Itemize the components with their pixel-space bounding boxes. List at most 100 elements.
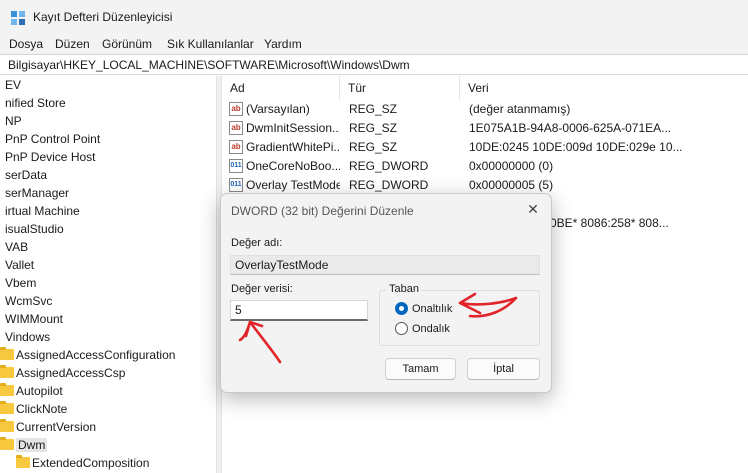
- tree-subitem[interactable]: CurrentVersion: [0, 418, 96, 436]
- tree-item[interactable]: Vallet: [5, 256, 34, 274]
- folder-icon: [0, 437, 14, 450]
- tree-item[interactable]: NP: [5, 112, 22, 130]
- dword-value-icon: 011: [229, 178, 243, 192]
- tree-item-label: PnP Control Point: [5, 132, 101, 146]
- folder-icon: [0, 419, 14, 432]
- value-data: 0x00000000 (0): [469, 159, 554, 173]
- value-name-label: Değer adı:: [231, 237, 283, 249]
- value-data-label: Değer verisi:: [231, 283, 293, 295]
- column-header-data[interactable]: Veri: [460, 76, 748, 100]
- value-data-input[interactable]: 5: [230, 300, 368, 321]
- tree-item[interactable]: Vindows: [5, 328, 50, 346]
- value-row[interactable]: 011 OneCoreNoBoo... REG_DWORD 0x00000000…: [222, 157, 748, 176]
- menu-favorites[interactable]: Sık Kullanılanlar: [167, 37, 254, 51]
- tree-item-label: WIMMount: [5, 312, 64, 326]
- value-name: (Varsayılan): [246, 102, 310, 116]
- string-value-icon: ab: [229, 121, 243, 135]
- folder-icon: [0, 347, 14, 360]
- value-row[interactable]: ab (Varsayılan) REG_SZ (değer atanmamış): [222, 100, 748, 119]
- radio-hexadecimal[interactable]: Onaltılık: [395, 302, 452, 315]
- tree-item-label: EV: [5, 78, 22, 92]
- ok-button[interactable]: Tamam: [385, 358, 456, 380]
- tree-item[interactable]: PnP Control Point: [5, 130, 100, 148]
- string-value-icon: ab: [229, 140, 243, 154]
- radio-unchecked-icon: [395, 322, 408, 335]
- folder-icon: [16, 455, 30, 468]
- column-header-name[interactable]: Ad: [222, 76, 340, 100]
- base-group: Taban Onaltılık Ondalık: [379, 283, 540, 346]
- key-tree[interactable]: EV nified Store NP PnP Control Point PnP…: [0, 76, 216, 473]
- value-data: 10DE:0245 10DE:009d 10DE:029e 10...: [469, 140, 683, 154]
- menu-edit[interactable]: Düzen: [55, 37, 90, 51]
- tree-item-label: Vbem: [5, 276, 37, 290]
- tree-subitem[interactable]: ClickNote: [0, 400, 67, 418]
- tree-item-label: ClickNote: [16, 402, 68, 416]
- radio-decimal[interactable]: Ondalık: [395, 322, 450, 335]
- window-title: Kayıt Defteri Düzenleyicisi: [33, 10, 173, 24]
- dialog-title: DWORD (32 bit) Değerini Düzenle: [231, 204, 414, 218]
- value-name: DwmInitSession...: [246, 121, 340, 135]
- folder-icon: [0, 365, 14, 378]
- value-type: REG_SZ: [349, 140, 398, 154]
- tree-subitem[interactable]: ExtendedComposition: [16, 454, 149, 472]
- menu-view[interactable]: Görünüm: [102, 37, 152, 51]
- tree-item-label: serManager: [5, 186, 70, 200]
- tree-item-label: Autopilot: [16, 384, 63, 398]
- menu-help[interactable]: Yardım: [264, 37, 302, 51]
- tree-subitem[interactable]: Autopilot: [0, 382, 63, 400]
- radio-hexadecimal-label: Onaltılık: [412, 302, 453, 315]
- value-name: GradientWhitePi...: [246, 140, 340, 154]
- base-label: Taban: [387, 283, 421, 295]
- dword-value-icon: 011: [229, 159, 243, 173]
- tree-item-label: CurrentVersion: [16, 420, 97, 434]
- menu-file[interactable]: Dosya: [9, 37, 43, 51]
- tree-item[interactable]: irtual Machine: [5, 202, 80, 220]
- value-data: 0BE* 8086:258* 808...: [550, 216, 669, 230]
- edit-dword-dialog: DWORD (32 bit) Değerini Düzenle ✕ Değer …: [220, 193, 552, 393]
- tree-subitem[interactable]: AssignedAccessConfiguration: [0, 346, 175, 364]
- tree-item-label: NP: [5, 114, 22, 128]
- tree-item-label: irtual Machine: [5, 204, 80, 218]
- menu-bar: Dosya Düzen Görünüm Sık Kullanılanlar Ya…: [0, 34, 748, 54]
- tree-item[interactable]: PnP Device Host: [5, 148, 96, 166]
- registry-editor-icon: [11, 11, 25, 25]
- tree-item-label: nified Store: [5, 96, 66, 110]
- value-type: REG_SZ: [349, 121, 398, 135]
- tree-subitem[interactable]: AssignedAccessCsp: [0, 364, 125, 382]
- folder-icon: [0, 383, 14, 396]
- address-bar[interactable]: Bilgisayar\HKEY_LOCAL_MACHINE\SOFTWARE\M…: [0, 54, 748, 75]
- tree-item[interactable]: Vbem: [5, 274, 36, 292]
- tree-subitem-selected[interactable]: Dwm: [0, 436, 48, 454]
- tree-item-label: Vallet: [5, 258, 35, 272]
- close-icon[interactable]: ✕: [525, 201, 541, 217]
- tree-item[interactable]: isualStudio: [5, 220, 64, 238]
- title-bar: Kayıt Defteri Düzenleyicisi: [0, 0, 748, 34]
- column-header-type[interactable]: Tür: [340, 76, 460, 100]
- value-row[interactable]: ab DwmInitSession... REG_SZ 1E075A1B-94A…: [222, 119, 748, 138]
- value-name-field: OverlayTestMode: [230, 255, 540, 275]
- value-name: OneCoreNoBoo...: [246, 159, 340, 173]
- value-row[interactable]: ab GradientWhitePi... REG_SZ 10DE:0245 1…: [222, 138, 748, 157]
- tree-item[interactable]: VAB: [5, 238, 28, 256]
- value-type: REG_SZ: [349, 102, 398, 116]
- tree-item[interactable]: WIMMount: [5, 310, 63, 328]
- cancel-button[interactable]: İptal: [467, 358, 540, 380]
- folder-icon: [0, 401, 14, 414]
- tree-item[interactable]: EV: [5, 76, 21, 94]
- tree-item-label: AssignedAccessCsp: [16, 366, 126, 380]
- string-value-icon: ab: [229, 102, 243, 116]
- value-data: (değer atanmamış): [469, 102, 571, 116]
- tree-item-label: Vindows: [5, 330, 51, 344]
- tree-item-label: ExtendedComposition: [32, 456, 150, 470]
- tree-item-label: Dwm: [16, 438, 48, 452]
- tree-item[interactable]: serManager: [5, 184, 69, 202]
- tree-item[interactable]: serData: [5, 166, 47, 184]
- tree-item-label: serData: [5, 168, 48, 182]
- tree-item[interactable]: WcmSvc: [5, 292, 52, 310]
- tree-item-label: PnP Device Host: [5, 150, 96, 164]
- tree-item-label: AssignedAccessConfiguration: [16, 348, 176, 362]
- radio-checked-icon: [395, 302, 408, 315]
- value-data: 1E075A1B-94A8-0006-625A-071EA...: [469, 121, 672, 135]
- address-path[interactable]: Bilgisayar\HKEY_LOCAL_MACHINE\SOFTWARE\M…: [8, 58, 410, 72]
- tree-item[interactable]: nified Store: [5, 94, 66, 112]
